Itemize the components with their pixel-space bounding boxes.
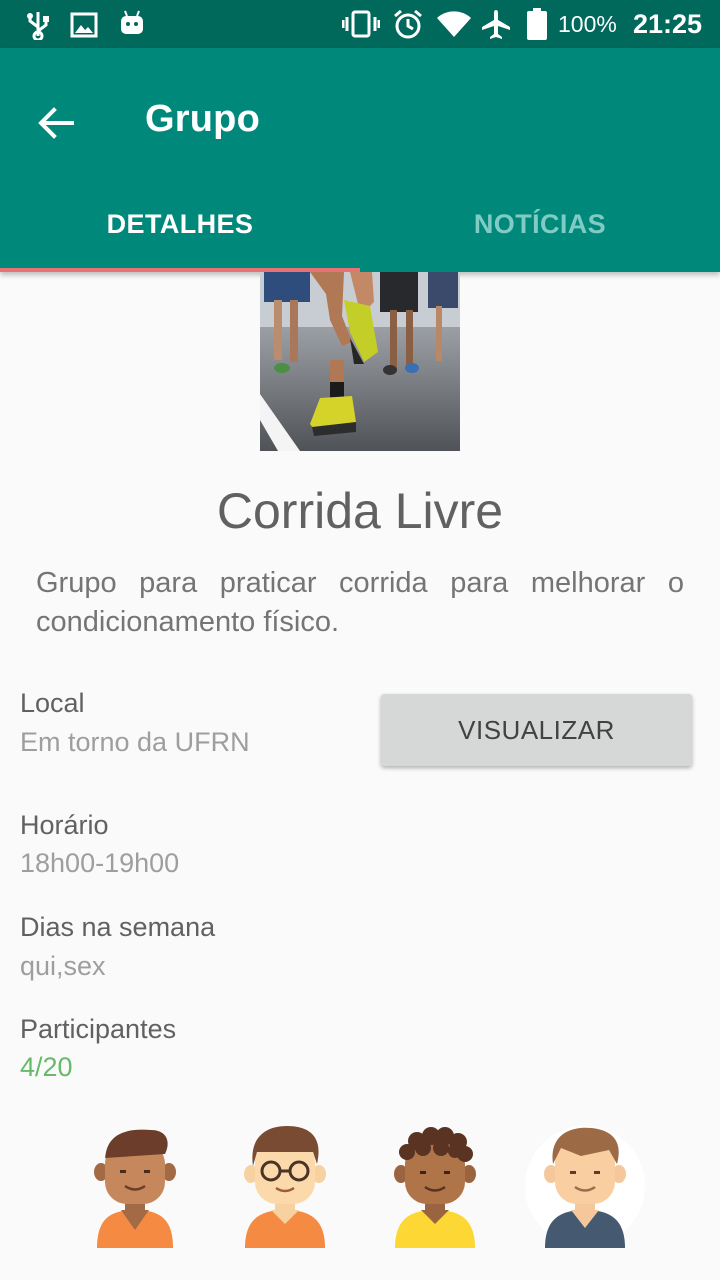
group-description: Grupo para praticar corrida para melhora…	[36, 567, 684, 638]
usb-icon	[27, 12, 49, 40]
group-name: Corrida Livre	[216, 483, 504, 539]
tab-detalhes[interactable]: DETALHES	[0, 196, 360, 272]
dias-value: qui,sex	[20, 951, 106, 981]
participantes-label: Participantes	[20, 1014, 177, 1044]
app-bar: Grupo DETALHES NOTÍCIAS	[0, 48, 720, 272]
avatar-boy-glasses-icon[interactable]	[225, 1124, 345, 1248]
airplane-icon	[482, 10, 510, 39]
page-title: Grupo	[145, 98, 260, 140]
clock: 21:25	[633, 9, 703, 39]
local-label: Local	[20, 688, 85, 718]
avatar-boy-tan-icon[interactable]	[75, 1124, 195, 1248]
avatar-boy-curly-icon[interactable]	[375, 1124, 495, 1248]
arrow-back-icon[interactable]	[34, 101, 78, 145]
status-bar: 100% 21:25	[0, 0, 720, 48]
battery-icon	[527, 8, 547, 40]
group-image	[260, 272, 460, 451]
local-value: Em torno da UFRN	[20, 727, 250, 757]
alarm-icon	[394, 9, 422, 39]
horario-label: Horário	[20, 810, 109, 840]
image-icon	[70, 12, 98, 38]
battery-percent: 100%	[558, 11, 617, 37]
horario-value: 18h00-19h00	[20, 848, 180, 878]
android-icon	[121, 10, 143, 34]
visualizar-button[interactable]: VISUALIZAR	[381, 694, 692, 766]
dias-label: Dias na semana	[20, 912, 216, 942]
wifi-icon	[437, 11, 471, 37]
vibrate-icon	[342, 10, 380, 38]
avatar-boy-blue-shirt-icon[interactable]	[525, 1124, 645, 1248]
tab-noticias[interactable]: NOTÍCIAS	[360, 196, 720, 272]
participantes-value: 4/20	[20, 1052, 73, 1082]
